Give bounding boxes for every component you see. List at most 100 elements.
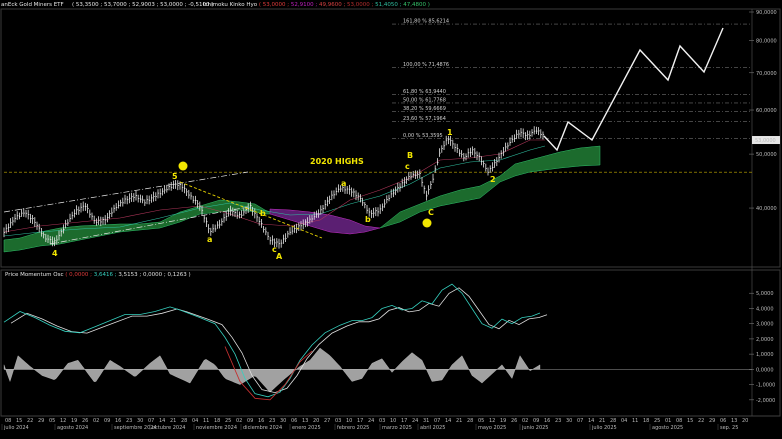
- x-tick-label: 08: [5, 418, 11, 424]
- header-title: anEck Gold Miners ETF: [1, 2, 64, 8]
- x-tick-label: 17: [401, 418, 407, 424]
- reference-line-label: 2020 HIGHS: [310, 157, 364, 166]
- y-tick-label: 60,0000: [756, 108, 777, 114]
- wave-label: 2: [425, 219, 431, 228]
- x-tick-label: 29: [709, 418, 715, 424]
- y-tick-label: 70,0000: [756, 71, 777, 77]
- x-tick-label: 11: [203, 418, 209, 424]
- wave-label: b: [260, 209, 266, 218]
- x-month-label: mayo 2025: [478, 425, 506, 431]
- x-month-label: marzo 2025: [382, 425, 412, 431]
- x-tick-label: 14: [159, 418, 165, 424]
- x-tick-label: 25: [225, 418, 231, 424]
- x-tick-label: 16: [258, 418, 264, 424]
- x-month-label: agosto 2024: [57, 425, 88, 431]
- x-tick-label: 14: [445, 418, 451, 424]
- x-month-label: sep. 25: [720, 425, 738, 431]
- x-tick-label: 13: [302, 418, 308, 424]
- fib-label: 23,60 % 57,1964: [403, 116, 446, 122]
- x-month-label: septiembre 2024: [114, 425, 157, 431]
- x-tick-label: 24: [368, 418, 374, 424]
- x-tick-label: 23: [126, 418, 132, 424]
- x-tick-label: 21: [170, 418, 176, 424]
- x-tick-label: 31: [423, 418, 429, 424]
- x-tick-label: 04: [621, 418, 627, 424]
- x-tick-label: 04: [192, 418, 198, 424]
- x-tick-label: 09: [533, 418, 539, 424]
- x-tick-label: 30: [137, 418, 143, 424]
- last-price-label: 53,0000: [755, 138, 776, 144]
- x-tick-label: 12: [489, 418, 495, 424]
- x-tick-label: 19: [71, 418, 77, 424]
- x-tick-label: 15: [16, 418, 22, 424]
- wave-label: A: [276, 252, 283, 261]
- x-tick-label: 06: [720, 418, 726, 424]
- x-month-label: julio 2025: [591, 425, 617, 431]
- x-tick-label: 11: [632, 418, 638, 424]
- wave-label: 1: [447, 128, 453, 137]
- x-tick-label: 03: [379, 418, 385, 424]
- x-tick-label: 28: [181, 418, 187, 424]
- y-tick-label: 50,0000: [756, 152, 777, 158]
- x-month-label: agosto 2025: [652, 425, 683, 431]
- y-tick-label: -1,0000: [756, 383, 775, 389]
- x-tick-label: 01: [665, 418, 671, 424]
- x-tick-label: 03: [335, 418, 341, 424]
- y-tick-label: 3,0000: [756, 322, 774, 328]
- x-tick-label: 30: [280, 418, 286, 424]
- wave-label: a: [341, 179, 346, 188]
- x-tick-label: 16: [115, 418, 121, 424]
- x-tick-label: 15: [687, 418, 693, 424]
- wave-label: a: [207, 235, 212, 244]
- x-tick-label: 07: [434, 418, 440, 424]
- x-tick-label: 07: [577, 418, 583, 424]
- x-tick-label: 18: [214, 418, 220, 424]
- x-tick-label: 26: [82, 418, 88, 424]
- x-tick-label: 17: [357, 418, 363, 424]
- wave-label: b: [365, 215, 371, 224]
- x-tick-label: 02: [236, 418, 242, 424]
- x-tick-label: 16: [544, 418, 550, 424]
- chart-canvas[interactable]: anEck Gold Miners ETF ( 53,3500 ; 53,7000…: [0, 0, 782, 439]
- y-tick-label: 80,0000: [756, 38, 777, 44]
- x-month-label: enero 2025: [292, 425, 321, 431]
- x-tick-label: 24: [412, 418, 418, 424]
- x-tick-label: 06: [291, 418, 297, 424]
- y-tick-label: 90,0000: [756, 10, 777, 16]
- fib-label: 161,80 % 85,6214: [403, 19, 449, 25]
- x-tick-label: 20: [313, 418, 319, 424]
- x-month-label: abril 2025: [420, 425, 445, 431]
- wave-label: c: [405, 162, 410, 171]
- header-ohlc: ( 53,3500 ; 53,7000 ; 52,9003 ; 53,0000 …: [72, 2, 213, 8]
- x-tick-label: 12: [60, 418, 66, 424]
- y-tick-label: 2,0000: [756, 337, 774, 343]
- x-tick-label: 29: [38, 418, 44, 424]
- x-month-label: febrero 2025: [337, 425, 369, 431]
- x-tick-label: 08: [676, 418, 682, 424]
- x-tick-label: 21: [456, 418, 462, 424]
- chart-root: anEck Gold Miners ETF ( 53,3500 ; 53,7000…: [0, 0, 782, 439]
- x-month-label: julio 2024: [3, 425, 29, 431]
- x-tick-label: 21: [599, 418, 605, 424]
- wave-label: B: [407, 151, 413, 160]
- fib-label: 61,80 % 63,9440: [403, 89, 446, 95]
- x-tick-label: 09: [104, 418, 110, 424]
- x-tick-label: 23: [555, 418, 561, 424]
- x-tick-label: 09: [247, 418, 253, 424]
- fib-label: 50,00 % 61,7768: [403, 97, 446, 103]
- x-tick-label: 10: [346, 418, 352, 424]
- fib-label: 38,20 % 59,6669: [403, 106, 446, 112]
- x-tick-label: 10: [390, 418, 396, 424]
- x-tick-label: 19: [500, 418, 506, 424]
- fib-label: 0,00 % 53,3595: [403, 133, 443, 139]
- x-tick-label: 28: [467, 418, 473, 424]
- ichimoku-header: Ichimoku Kinko Hyo ( 53,0000 ; 52,9100 ;…: [203, 2, 430, 8]
- x-tick-label: 07: [148, 418, 154, 424]
- y-tick-label: 4,0000: [756, 306, 774, 312]
- x-tick-label: 25: [654, 418, 660, 424]
- x-tick-label: 02: [93, 418, 99, 424]
- x-tick-label: 20: [742, 418, 748, 424]
- y-tick-label: 5,0000: [756, 291, 774, 297]
- x-tick-label: 30: [566, 418, 572, 424]
- osc-header: Price Momentum Osc ( 0,0000 ; 3,6416 ; 3…: [5, 272, 191, 278]
